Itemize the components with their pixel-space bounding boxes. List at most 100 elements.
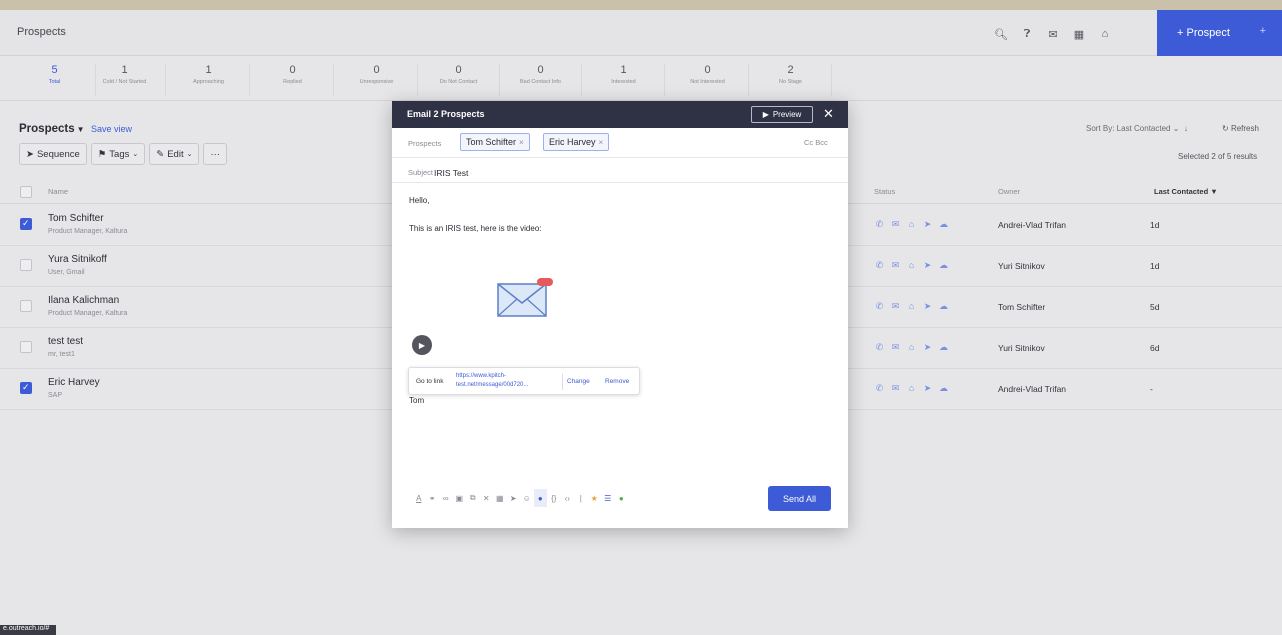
- attachment-icon[interactable]: ⚭: [426, 489, 440, 507]
- mail-icon[interactable]: ✉: [890, 342, 901, 353]
- mail-icon[interactable]: ✉: [890, 301, 901, 312]
- stat-no-stage[interactable]: 2 No Stage: [750, 64, 832, 96]
- recipient-chip[interactable]: Tom Schifter ×: [460, 133, 530, 151]
- arrow-down-icon[interactable]: ↓: [1184, 124, 1188, 133]
- paper-plane-icon[interactable]: ➤: [922, 342, 933, 353]
- cloud-icon[interactable]: ☁: [938, 260, 949, 271]
- add-prospect-dropdown[interactable]: +: [1260, 25, 1266, 37]
- remove-chip-icon[interactable]: ×: [519, 138, 524, 147]
- calendar-icon[interactable]: ▦: [493, 489, 507, 507]
- play-icon[interactable]: ▶: [412, 335, 432, 355]
- sort-by-dropdown[interactable]: Sort By: Last Contacted ⌄ ↓: [1086, 124, 1188, 133]
- tags-button[interactable]: ⚑ Tags ⌄: [90, 143, 146, 165]
- prospect-name[interactable]: Tom Schifter: [48, 213, 104, 224]
- emoji-icon[interactable]: ☺: [520, 489, 534, 507]
- prospect-name[interactable]: Eric Harvey: [48, 377, 100, 388]
- stat-count: 1: [205, 64, 212, 76]
- stat-bad-contact[interactable]: 0 Bad Contact Info: [500, 64, 582, 96]
- paper-plane-icon[interactable]: ➤: [922, 260, 933, 271]
- save-view-link[interactable]: Save view: [91, 124, 132, 134]
- text-format-icon[interactable]: A: [412, 489, 426, 507]
- recipient-chip[interactable]: Eric Harvey ×: [543, 133, 610, 151]
- col-last-contacted[interactable]: Last Contacted ▼: [1154, 187, 1218, 196]
- variables-icon[interactable]: {}: [547, 489, 561, 507]
- body-signature[interactable]: Tom: [409, 396, 424, 405]
- stat-count: 0: [704, 64, 711, 76]
- subject-field[interactable]: Subject IRIS Test: [392, 158, 848, 183]
- select-all-checkbox[interactable]: [20, 186, 32, 198]
- cloud-icon[interactable]: ☁: [938, 383, 949, 394]
- list-title-dropdown[interactable]: Prospects ▼: [19, 123, 85, 135]
- bank-icon[interactable]: ⌂: [906, 342, 917, 353]
- prospect-name[interactable]: test test: [48, 336, 83, 347]
- cloud-icon[interactable]: ☁: [938, 301, 949, 312]
- stat-replied[interactable]: 0 Replied: [252, 64, 334, 96]
- col-status[interactable]: Status: [874, 187, 895, 196]
- copy-icon[interactable]: ⧉: [466, 489, 480, 507]
- refresh-button[interactable]: ↻ Refresh: [1222, 124, 1259, 133]
- stat-interested[interactable]: 1 Interested: [583, 64, 665, 96]
- stat-unresponsive[interactable]: 0 Unresponsive: [336, 64, 418, 96]
- phone-icon[interactable]: ✆: [874, 219, 885, 230]
- mail-icon[interactable]: ✉: [890, 260, 901, 271]
- row-checkbox[interactable]: [20, 218, 32, 230]
- prospect-name[interactable]: Yura Sitnikoff: [48, 254, 107, 265]
- close-icon[interactable]: ✕: [823, 106, 834, 122]
- paper-plane-icon[interactable]: ➤: [922, 301, 933, 312]
- more-button[interactable]: ···: [203, 143, 227, 165]
- row-checkbox[interactable]: [20, 300, 32, 312]
- mail-icon[interactable]: ✉: [1040, 24, 1066, 44]
- phone-icon[interactable]: ✆: [874, 342, 885, 353]
- send-all-button[interactable]: Send All: [768, 486, 831, 511]
- mail-icon[interactable]: ✉: [890, 383, 901, 394]
- row-checkbox[interactable]: [20, 382, 32, 394]
- remove-link-button[interactable]: Remove: [605, 378, 629, 385]
- row-checkbox[interactable]: [20, 341, 32, 353]
- snippet-icon[interactable]: ★: [588, 489, 602, 507]
- change-link-button[interactable]: Change: [567, 378, 590, 385]
- paper-plane-icon[interactable]: ➤: [922, 383, 933, 394]
- image-icon[interactable]: ▣: [453, 489, 467, 507]
- sequence-button[interactable]: ➤ Sequence: [19, 143, 87, 165]
- body-line[interactable]: This is an IRIS test, here is the video:: [409, 224, 542, 233]
- cc-bcc-link[interactable]: Cc Bcc: [804, 138, 828, 147]
- add-prospect-button[interactable]: + Prospect +: [1157, 10, 1282, 56]
- row-checkbox[interactable]: [20, 259, 32, 271]
- remove-chip-icon[interactable]: ×: [599, 138, 604, 147]
- help-icon[interactable]: ❓︎: [1014, 24, 1040, 44]
- bank-icon[interactable]: ⌂: [906, 260, 917, 271]
- subject-input[interactable]: IRIS Test: [434, 168, 468, 178]
- phone-icon[interactable]: ✆: [874, 383, 885, 394]
- stat-cold[interactable]: 1 Cold / Not Started: [84, 64, 166, 96]
- calendar-icon[interactable]: ▦: [1066, 24, 1092, 44]
- phone-icon[interactable]: ✆: [874, 260, 885, 271]
- bank-icon[interactable]: ⌂: [1092, 24, 1118, 44]
- link-url[interactable]: https://www.kpitch-test.net/message/00d7…: [456, 372, 560, 390]
- stat-approaching[interactable]: 1 Approaching: [168, 64, 250, 96]
- cloud-icon[interactable]: ☁: [938, 219, 949, 230]
- send-icon[interactable]: ➤: [507, 489, 521, 507]
- prospect-name[interactable]: Ilana Kalichman: [48, 295, 119, 306]
- search-icon[interactable]: 🔍︎: [988, 24, 1014, 44]
- paper-plane-icon[interactable]: ➤: [922, 219, 933, 230]
- video-envelope-icon[interactable]: [497, 278, 557, 320]
- bank-icon[interactable]: ⌂: [906, 383, 917, 394]
- col-owner[interactable]: Owner: [998, 187, 1020, 196]
- code-icon[interactable]: ‹›: [561, 489, 575, 507]
- stat-do-not-contact[interactable]: 0 Do Not Contact: [418, 64, 500, 96]
- bank-icon[interactable]: ⌂: [906, 219, 917, 230]
- plugin-icon[interactable]: ●: [615, 489, 629, 507]
- edit-button[interactable]: ✎ Edit ⌄: [149, 143, 200, 165]
- body-greeting[interactable]: Hello,: [409, 196, 429, 205]
- preview-button[interactable]: ▶ Preview: [751, 106, 813, 123]
- bank-icon[interactable]: ⌂: [906, 301, 917, 312]
- stat-not-interested[interactable]: 0 Not Interested: [667, 64, 749, 96]
- cloud-icon[interactable]: ☁: [938, 342, 949, 353]
- link-icon[interactable]: ∞: [439, 489, 453, 507]
- template-icon[interactable]: ☰: [601, 489, 615, 507]
- col-name[interactable]: Name: [48, 187, 68, 196]
- mail-icon[interactable]: ✉: [890, 219, 901, 230]
- phone-icon[interactable]: ✆: [874, 301, 885, 312]
- video-icon[interactable]: ●: [533, 489, 547, 507]
- clear-format-icon[interactable]: ✕: [480, 489, 494, 507]
